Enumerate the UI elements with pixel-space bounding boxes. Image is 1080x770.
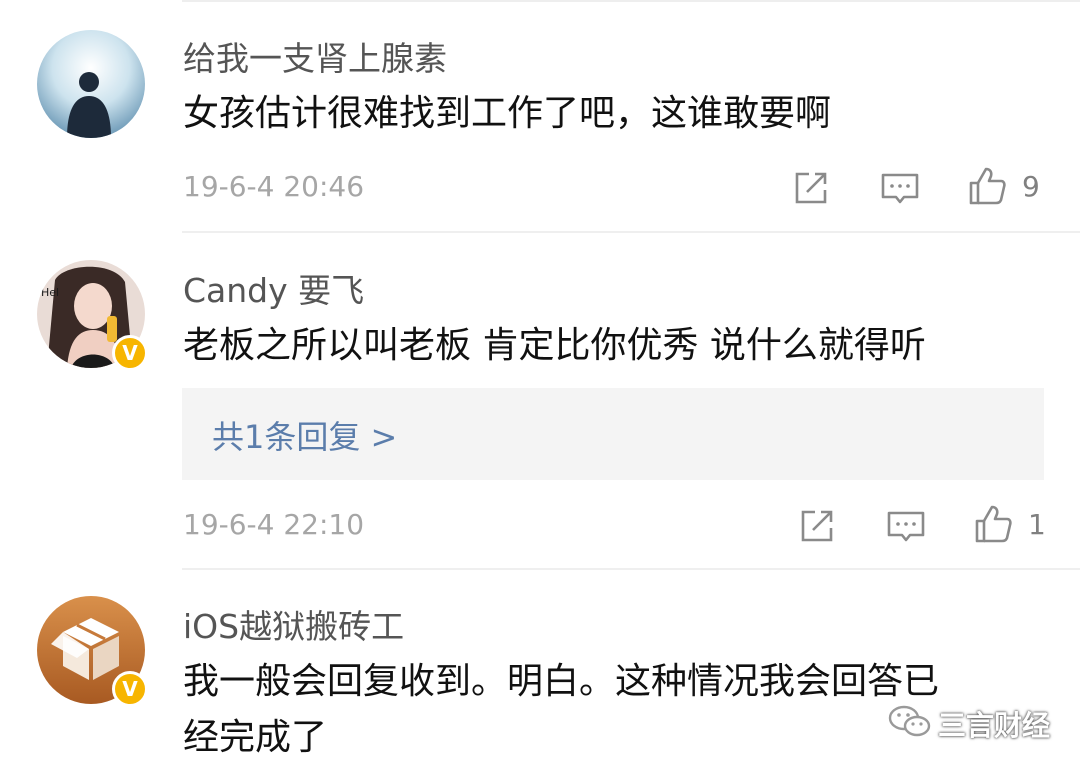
username[interactable]: iOS越狱搬砖工 xyxy=(183,600,404,648)
comment-item: Hel V Candy 要飞 老板之所以叫老板 肯定比你优秀 说什么就得听 共1… xyxy=(0,232,1080,570)
svg-text:Hel: Hel xyxy=(41,286,59,299)
like-icon[interactable] xyxy=(973,504,1013,544)
verified-badge-icon: V xyxy=(112,671,148,707)
comment-icon[interactable] xyxy=(880,168,920,208)
comment-icon[interactable] xyxy=(886,506,926,546)
like-icon[interactable] xyxy=(967,166,1007,206)
wechat-icon xyxy=(888,705,931,737)
verified-badge-icon: V xyxy=(112,335,148,371)
reply-box[interactable]: 共1条回复 > xyxy=(182,388,1044,480)
timestamp: 19-6-4 22:10 xyxy=(183,508,365,541)
like-count: 9 xyxy=(1022,170,1040,203)
comment-text: 老板之所以叫老板 肯定比你优秀 说什么就得听 xyxy=(183,325,926,366)
comment-text-line-2: 经完成了 xyxy=(183,717,328,758)
reply-count-link[interactable]: 共1条回复 > xyxy=(212,412,397,458)
share-icon[interactable] xyxy=(797,506,837,546)
like-count: 1 xyxy=(1028,508,1046,541)
username[interactable]: Candy 要飞 xyxy=(183,264,364,312)
watermark: 三言财经 xyxy=(888,700,1068,746)
comment-text: 我一般会回复收到。明白。这种情况我会回答已 xyxy=(183,661,940,702)
watermark-text: 三言财经 xyxy=(938,709,1051,742)
avatar[interactable] xyxy=(37,30,145,138)
comment-item: 给我一支肾上腺素 女孩估计很难找到工作了吧，这谁敢要啊 19-6-4 20:46… xyxy=(0,0,1080,232)
comment-text: 女孩估计很难找到工作了吧，这谁敢要啊 xyxy=(183,93,832,134)
timestamp: 19-6-4 20:46 xyxy=(183,170,365,203)
share-icon[interactable] xyxy=(791,168,831,208)
username[interactable]: 给我一支肾上腺素 xyxy=(183,32,447,80)
